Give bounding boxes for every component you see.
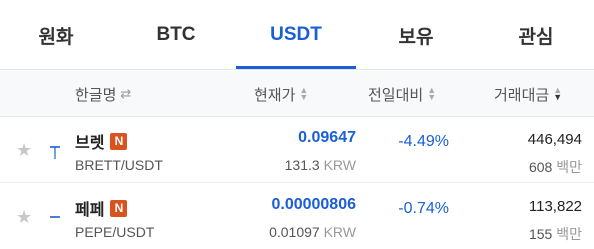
header-price-label: 현재가 [254,86,296,104]
candle-icon [50,146,60,159]
sort-icon: ▲ ▼ [299,85,309,102]
table-header: 한글명 ⇄ 현재가 ▲ ▼ 전일대비 ▲ ▼ 거래대금 ▲ ▼ [0,71,594,117]
krw-price: 131.3 KRW [285,157,356,173]
coin-name-text: 브렛 [75,135,105,152]
coin-name: 페페 N [75,196,128,220]
krw-unit: KRW [323,224,356,240]
header-name-label: 한글명 [75,86,117,104]
tab-krw[interactable]: 원화 [0,0,112,70]
coin-pair: BRETT/USDT [75,157,163,173]
header-name[interactable]: 한글명 ⇄ [75,71,131,117]
current-price: 0.00000806 [271,196,356,213]
volume-usdt: 113,822 [528,198,582,215]
volume-krw-value: 155 [528,226,553,242]
header-volume-label: 거래대금 [494,86,550,104]
volume-unit: 백만 [556,159,582,175]
swap-icon: ⇄ [120,86,132,101]
star-icon[interactable]: ★ [16,208,32,226]
candle-icon [50,216,60,218]
table-row[interactable]: ★ 페페 N PEPE/USDT 0.00000806 0.01097 KRW … [0,184,594,249]
market-tabs: 원화 BTC USDT 보유 관심 [0,0,594,70]
header-volume[interactable]: 거래대금 ▲ ▼ [494,71,562,117]
krw-price-value: 131.3 [284,157,320,173]
volume-krw-value: 608 [528,159,553,175]
star-icon[interactable]: ★ [16,141,32,159]
tab-holdings[interactable]: 보유 [360,0,472,70]
coin-name: 브렛 N [75,129,128,153]
krw-price: 0.01097 KRW [269,224,356,240]
header-price[interactable]: 현재가 ▲ ▼ [254,71,308,117]
krw-price-value: 0.01097 [269,224,320,240]
coin-name-text: 페페 [75,202,105,219]
tab-usdt[interactable]: USDT [236,0,356,70]
active-tab-indicator [236,66,356,69]
tab-btc[interactable]: BTC [120,0,232,70]
volume-unit: 백만 [556,226,582,242]
sort-icon: ▲ ▼ [427,85,437,102]
change-rate: -4.49% [398,133,449,150]
volume-usdt: 446,494 [527,131,582,148]
change-rate: -0.74% [398,200,449,217]
coin-pair: PEPE/USDT [75,224,155,240]
tab-favorites[interactable]: 관심 [480,0,592,70]
header-change[interactable]: 전일대비 ▲ ▼ [368,71,436,117]
new-badge: N [110,199,128,217]
header-change-label: 전일대비 [368,86,424,104]
table-row[interactable]: ★ 브렛 N BRETT/USDT 0.09647 131.3 KRW -4.4… [0,117,594,183]
new-badge: N [110,132,128,150]
current-price: 0.09647 [298,129,356,146]
volume-krw: 608 백만 [529,157,582,177]
volume-krw: 155 백만 [529,224,582,244]
krw-unit: KRW [323,157,356,173]
sort-desc-icon: ▲ ▼ [553,85,563,102]
